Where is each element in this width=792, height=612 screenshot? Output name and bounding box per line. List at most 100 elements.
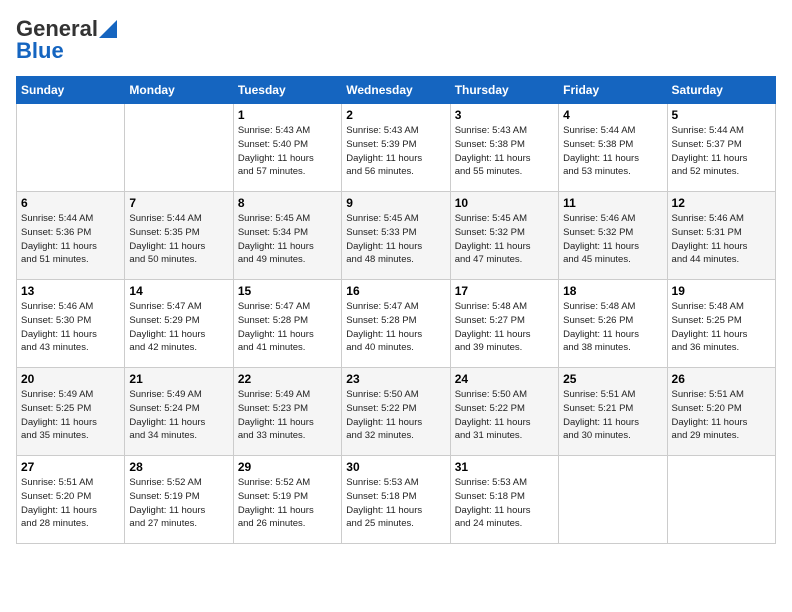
day-info: Sunrise: 5:44 AM Sunset: 5:37 PM Dayligh… <box>672 124 771 179</box>
calendar-cell: 10 Sunrise: 5:45 AM Sunset: 5:32 PM Dayli… <box>450 192 558 280</box>
day-number: 10 <box>455 196 554 210</box>
day-number: 17 <box>455 284 554 298</box>
day-info: Sunrise: 5:45 AM Sunset: 5:34 PM Dayligh… <box>238 212 337 267</box>
calendar-cell: 15 Sunrise: 5:47 AM Sunset: 5:28 PM Dayli… <box>233 280 341 368</box>
calendar-cell: 23 Sunrise: 5:50 AM Sunset: 5:22 PM Dayli… <box>342 368 450 456</box>
calendar-week-row: 6 Sunrise: 5:44 AM Sunset: 5:36 PM Daylig… <box>17 192 776 280</box>
calendar-cell: 18 Sunrise: 5:48 AM Sunset: 5:26 PM Dayli… <box>559 280 667 368</box>
day-info: Sunrise: 5:43 AM Sunset: 5:40 PM Dayligh… <box>238 124 337 179</box>
day-info: Sunrise: 5:45 AM Sunset: 5:32 PM Dayligh… <box>455 212 554 267</box>
day-of-week-sunday: Sunday <box>17 77 125 104</box>
calendar-cell: 5 Sunrise: 5:44 AM Sunset: 5:37 PM Daylig… <box>667 104 775 192</box>
day-number: 15 <box>238 284 337 298</box>
day-number: 31 <box>455 460 554 474</box>
day-info: Sunrise: 5:44 AM Sunset: 5:35 PM Dayligh… <box>129 212 228 267</box>
day-info: Sunrise: 5:50 AM Sunset: 5:22 PM Dayligh… <box>455 388 554 443</box>
calendar-cell: 1 Sunrise: 5:43 AM Sunset: 5:40 PM Daylig… <box>233 104 341 192</box>
day-number: 25 <box>563 372 662 386</box>
calendar-cell <box>17 104 125 192</box>
day-of-week-wednesday: Wednesday <box>342 77 450 104</box>
day-info: Sunrise: 5:52 AM Sunset: 5:19 PM Dayligh… <box>238 476 337 531</box>
calendar-cell: 17 Sunrise: 5:48 AM Sunset: 5:27 PM Dayli… <box>450 280 558 368</box>
calendar-cell: 8 Sunrise: 5:45 AM Sunset: 5:34 PM Daylig… <box>233 192 341 280</box>
day-info: Sunrise: 5:48 AM Sunset: 5:26 PM Dayligh… <box>563 300 662 355</box>
day-number: 3 <box>455 108 554 122</box>
day-number: 30 <box>346 460 445 474</box>
day-info: Sunrise: 5:44 AM Sunset: 5:36 PM Dayligh… <box>21 212 120 267</box>
calendar-cell: 28 Sunrise: 5:52 AM Sunset: 5:19 PM Dayli… <box>125 456 233 544</box>
calendar-cell: 2 Sunrise: 5:43 AM Sunset: 5:39 PM Daylig… <box>342 104 450 192</box>
day-number: 24 <box>455 372 554 386</box>
page-header: General Blue <box>16 16 776 64</box>
calendar-cell: 14Sunrise: 5:47 AM Sunset: 5:29 PM Dayli… <box>125 280 233 368</box>
day-number: 27 <box>21 460 120 474</box>
day-info: Sunrise: 5:46 AM Sunset: 5:32 PM Dayligh… <box>563 212 662 267</box>
day-number: 18 <box>563 284 662 298</box>
day-number: 12 <box>672 196 771 210</box>
day-number: 2 <box>346 108 445 122</box>
day-number: 5 <box>672 108 771 122</box>
calendar-header-row: SundayMondayTuesdayWednesdayThursdayFrid… <box>17 77 776 104</box>
logo-blue-text: Blue <box>16 38 64 64</box>
calendar-cell <box>559 456 667 544</box>
day-info: Sunrise: 5:49 AM Sunset: 5:25 PM Dayligh… <box>21 388 120 443</box>
calendar-cell <box>667 456 775 544</box>
day-info: Sunrise: 5:51 AM Sunset: 5:20 PM Dayligh… <box>672 388 771 443</box>
day-info: Sunrise: 5:47 AM Sunset: 5:28 PM Dayligh… <box>346 300 445 355</box>
calendar-week-row: 13Sunrise: 5:46 AM Sunset: 5:30 PM Dayli… <box>17 280 776 368</box>
day-info: Sunrise: 5:43 AM Sunset: 5:38 PM Dayligh… <box>455 124 554 179</box>
day-info: Sunrise: 5:52 AM Sunset: 5:19 PM Dayligh… <box>129 476 228 531</box>
day-of-week-friday: Friday <box>559 77 667 104</box>
day-number: 6 <box>21 196 120 210</box>
calendar-cell: 21 Sunrise: 5:49 AM Sunset: 5:24 PM Dayli… <box>125 368 233 456</box>
day-info: Sunrise: 5:51 AM Sunset: 5:20 PM Dayligh… <box>21 476 120 531</box>
day-info: Sunrise: 5:50 AM Sunset: 5:22 PM Dayligh… <box>346 388 445 443</box>
calendar-cell: 19 Sunrise: 5:48 AM Sunset: 5:25 PM Dayli… <box>667 280 775 368</box>
day-number: 9 <box>346 196 445 210</box>
calendar-cell: 24 Sunrise: 5:50 AM Sunset: 5:22 PM Dayli… <box>450 368 558 456</box>
calendar-cell: 4 Sunrise: 5:44 AM Sunset: 5:38 PM Daylig… <box>559 104 667 192</box>
day-number: 28 <box>129 460 228 474</box>
day-info: Sunrise: 5:53 AM Sunset: 5:18 PM Dayligh… <box>346 476 445 531</box>
calendar-cell: 13Sunrise: 5:46 AM Sunset: 5:30 PM Dayli… <box>17 280 125 368</box>
day-number: 4 <box>563 108 662 122</box>
calendar-week-row: 27 Sunrise: 5:51 AM Sunset: 5:20 PM Dayli… <box>17 456 776 544</box>
day-number: 21 <box>129 372 228 386</box>
logo: General Blue <box>16 16 117 64</box>
day-number: 20 <box>21 372 120 386</box>
calendar-cell: 31Sunrise: 5:53 AM Sunset: 5:18 PM Dayli… <box>450 456 558 544</box>
day-number: 7 <box>129 196 228 210</box>
day-info: Sunrise: 5:49 AM Sunset: 5:24 PM Dayligh… <box>129 388 228 443</box>
day-number: 29 <box>238 460 337 474</box>
calendar-cell: 25Sunrise: 5:51 AM Sunset: 5:21 PM Dayli… <box>559 368 667 456</box>
calendar-week-row: 20 Sunrise: 5:49 AM Sunset: 5:25 PM Dayli… <box>17 368 776 456</box>
calendar-cell: 6 Sunrise: 5:44 AM Sunset: 5:36 PM Daylig… <box>17 192 125 280</box>
day-of-week-thursday: Thursday <box>450 77 558 104</box>
day-info: Sunrise: 5:44 AM Sunset: 5:38 PM Dayligh… <box>563 124 662 179</box>
day-number: 19 <box>672 284 771 298</box>
calendar-cell: 12 Sunrise: 5:46 AM Sunset: 5:31 PM Dayli… <box>667 192 775 280</box>
calendar-cell: 20 Sunrise: 5:49 AM Sunset: 5:25 PM Dayli… <box>17 368 125 456</box>
day-number: 1 <box>238 108 337 122</box>
day-number: 13 <box>21 284 120 298</box>
day-number: 23 <box>346 372 445 386</box>
day-info: Sunrise: 5:49 AM Sunset: 5:23 PM Dayligh… <box>238 388 337 443</box>
day-number: 22 <box>238 372 337 386</box>
calendar-body: 1 Sunrise: 5:43 AM Sunset: 5:40 PM Daylig… <box>17 104 776 544</box>
day-info: Sunrise: 5:43 AM Sunset: 5:39 PM Dayligh… <box>346 124 445 179</box>
day-number: 8 <box>238 196 337 210</box>
day-number: 16 <box>346 284 445 298</box>
day-info: Sunrise: 5:47 AM Sunset: 5:28 PM Dayligh… <box>238 300 337 355</box>
day-of-week-monday: Monday <box>125 77 233 104</box>
day-number: 26 <box>672 372 771 386</box>
calendar-cell: 7 Sunrise: 5:44 AM Sunset: 5:35 PM Daylig… <box>125 192 233 280</box>
day-of-week-saturday: Saturday <box>667 77 775 104</box>
calendar-cell: 29 Sunrise: 5:52 AM Sunset: 5:19 PM Dayli… <box>233 456 341 544</box>
calendar-cell: 3 Sunrise: 5:43 AM Sunset: 5:38 PM Daylig… <box>450 104 558 192</box>
day-info: Sunrise: 5:46 AM Sunset: 5:31 PM Dayligh… <box>672 212 771 267</box>
day-info: Sunrise: 5:48 AM Sunset: 5:25 PM Dayligh… <box>672 300 771 355</box>
calendar-cell: 11Sunrise: 5:46 AM Sunset: 5:32 PM Dayli… <box>559 192 667 280</box>
day-info: Sunrise: 5:48 AM Sunset: 5:27 PM Dayligh… <box>455 300 554 355</box>
day-of-week-tuesday: Tuesday <box>233 77 341 104</box>
logo-arrow-icon <box>99 20 117 38</box>
